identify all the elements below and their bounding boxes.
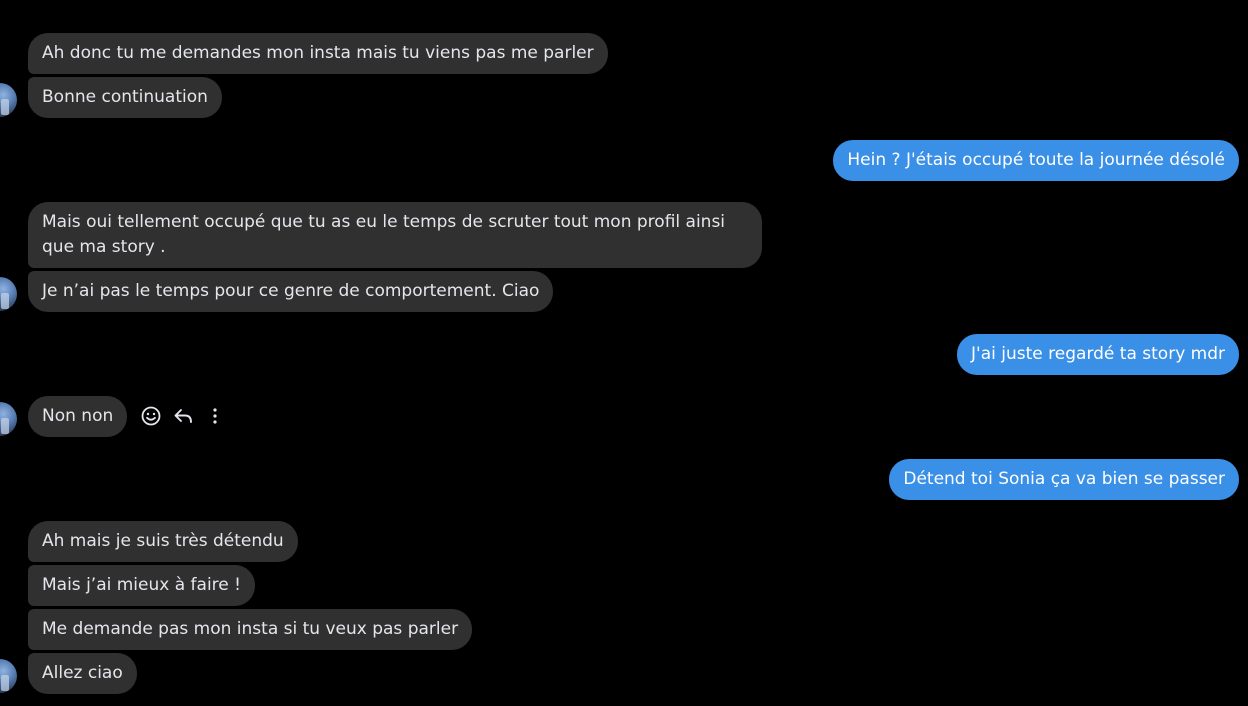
message-bubble-incoming[interactable]: Allez ciao <box>28 653 137 694</box>
contact-avatar[interactable] <box>0 402 17 436</box>
message-bubble-outgoing[interactable]: Hein ? J'étais occupé toute la journée d… <box>833 140 1239 181</box>
message-bubble-outgoing[interactable]: J'ai juste regardé ta story mdr <box>957 334 1239 375</box>
smiley-icon[interactable] <box>140 405 162 427</box>
message-bubble-incoming[interactable]: Je n’ai pas le temps pour ce genre de co… <box>28 271 554 312</box>
contact-avatar[interactable] <box>0 659 17 693</box>
more-options-icon[interactable] <box>204 405 226 427</box>
message-bubble-incoming[interactable]: Non non <box>28 396 128 437</box>
message-bubble-outgoing[interactable]: Détend toi Sonia ça va bien se passer <box>889 459 1239 500</box>
message-bubble-incoming[interactable]: Ah donc tu me demandes mon insta mais tu… <box>28 33 608 74</box>
message-bubble-incoming[interactable]: Ah mais je suis très détendu <box>28 521 298 562</box>
reply-icon[interactable] <box>172 405 194 427</box>
message-bubble-incoming[interactable]: Me demande pas mon insta si tu veux pas … <box>28 609 473 650</box>
contact-avatar[interactable] <box>0 277 17 311</box>
contact-avatar[interactable] <box>0 83 17 117</box>
message-bubble-incoming[interactable]: Mais j’ai mieux à faire ! <box>28 565 255 606</box>
message-hover-actions <box>140 402 226 430</box>
message-bubble-incoming[interactable]: Bonne continuation <box>28 77 222 118</box>
message-bubble-incoming[interactable]: Mais oui tellement occupé que tu as eu l… <box>28 202 762 268</box>
